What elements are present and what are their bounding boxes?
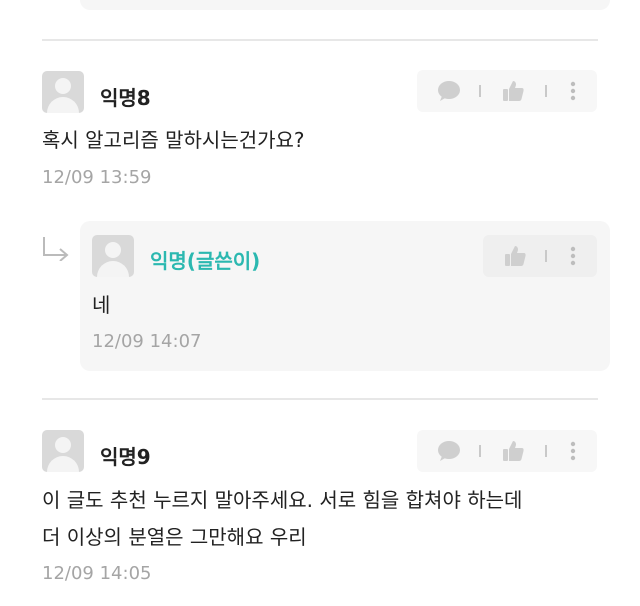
comment-divider (42, 39, 598, 41)
comment-actions (417, 430, 597, 472)
avatar (92, 235, 134, 277)
reply-author: 익명(글쓴이) (150, 249, 261, 273)
comment-timestamp: 12/09 14:05 (42, 563, 152, 584)
comment-divider (42, 398, 598, 400)
thumbs-up-icon[interactable] (497, 235, 533, 277)
avatar (42, 71, 84, 113)
more-vertical-icon[interactable] (561, 70, 585, 112)
reply-timestamp: 12/09 14:07 (92, 331, 202, 352)
thumbs-up-icon[interactable] (495, 70, 531, 112)
comment-author: 익명9 (100, 445, 151, 469)
more-vertical-icon[interactable] (561, 430, 585, 472)
comment-text: 혹시 알고리즘 말하시는건가요? (42, 128, 305, 152)
speech-bubble-icon[interactable] (431, 70, 467, 112)
reply-arrow-icon (40, 235, 70, 261)
reply-text: 네 (92, 293, 111, 317)
previous-comment-card (80, 0, 610, 10)
speech-bubble-icon[interactable] (431, 430, 467, 472)
comment-text-line-2: 더 이상의 분열은 그만해요 우리 (42, 525, 307, 549)
comment-author: 익명8 (100, 86, 151, 110)
comment-text-line-1: 이 글도 추천 누르지 말아주세요. 서로 힘을 합쳐야 하는데 (42, 488, 523, 512)
comment-timestamp: 12/09 13:59 (42, 167, 152, 188)
avatar (42, 430, 84, 472)
more-vertical-icon[interactable] (561, 235, 585, 277)
comment-actions (417, 70, 597, 112)
reply-actions (483, 235, 597, 277)
thumbs-up-icon[interactable] (495, 430, 531, 472)
